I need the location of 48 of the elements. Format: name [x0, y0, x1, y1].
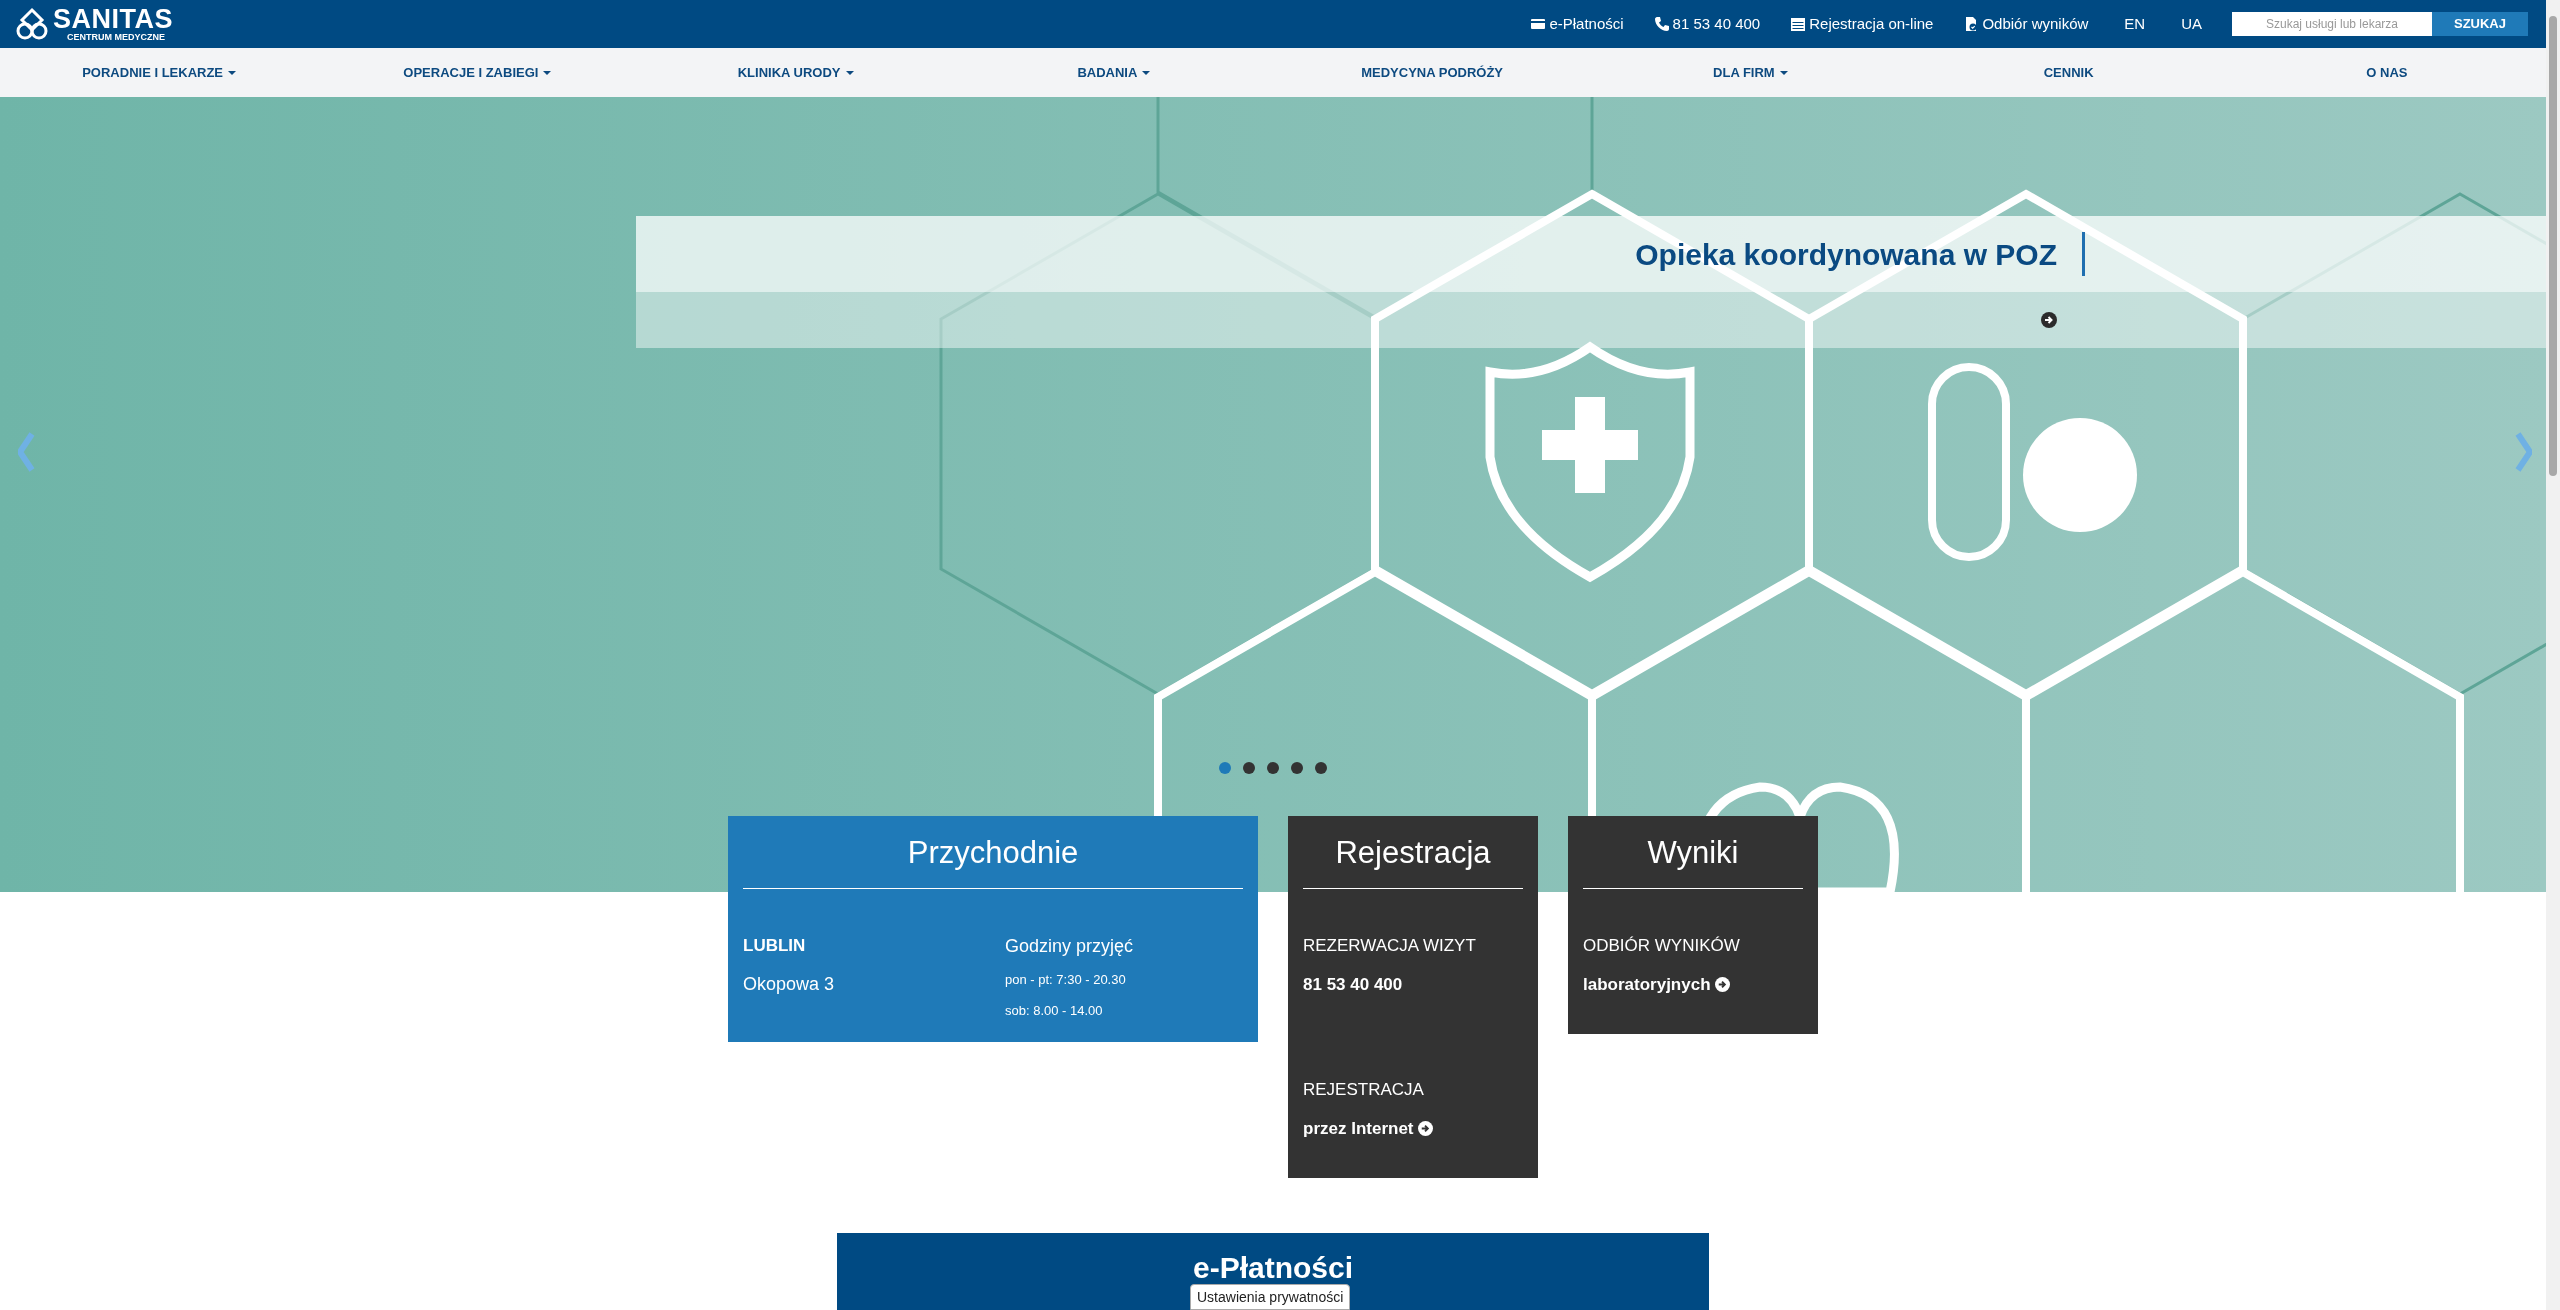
phone-icon	[1653, 16, 1670, 32]
header-link[interactable]: Odbiór wyników	[1963, 12, 2089, 36]
nav-link[interactable]: PORADNIE I LEKARZE	[82, 62, 237, 83]
nav-link[interactable]: CENNIK	[2043, 62, 2094, 83]
card-label: ODBIÓR WYNIKÓW	[1583, 935, 1741, 957]
arrow-circle-icon[interactable]	[2041, 312, 2057, 328]
slide-title: Opieka koordynowana w POZ	[1635, 236, 2057, 273]
caret-icon	[845, 70, 854, 75]
header-link[interactable]: e-Płatności	[1530, 12, 1624, 36]
language-link[interactable]: UA	[2181, 12, 2202, 36]
nav-link[interactable]: KLINIKA URODY	[737, 62, 854, 83]
arrow-circle-icon	[1714, 976, 1730, 992]
card-title: Wyniki	[1646, 834, 1740, 872]
logo-tagline: CENTRUM MEDYCZNE	[67, 33, 166, 42]
nav-link[interactable]: O NAS	[2366, 62, 2408, 83]
card-link[interactable]: przez Internet	[1303, 1115, 1523, 1141]
nav-link[interactable]: DLA FIRM	[1713, 62, 1788, 83]
section-title: e-Płatności	[1192, 1253, 1354, 1285]
header-link[interactable]: Rejestracja on-line	[1790, 12, 1934, 36]
city-label: LUBLIN	[743, 935, 807, 957]
search-button[interactable]: SZUKAJ	[2432, 12, 2528, 36]
privacy-settings-button[interactable]: Ustawienia prywatności	[1190, 1284, 1351, 1310]
card-link[interactable]: 81 53 40 400	[1303, 971, 1523, 997]
caret-icon	[228, 70, 237, 75]
nav-link[interactable]: OPERACJE I ZABIEGI	[403, 62, 552, 83]
scrollbar[interactable]	[2546, 0, 2560, 1310]
address-text: Okopowa 3	[743, 972, 836, 996]
search-field[interactable]: Szukaj usługi lub lekarza	[2232, 12, 2432, 36]
nav-link[interactable]: MEDYCYNA PODRÓŻY	[1361, 62, 1504, 83]
caret-icon	[543, 70, 552, 75]
card-label: REJESTRACJA	[1303, 1079, 1425, 1101]
language-link[interactable]: EN	[2124, 12, 2146, 36]
logo-name: SANITAS	[53, 6, 173, 33]
caret-icon	[1779, 70, 1788, 75]
card-link[interactable]: laboratoryjnych	[1583, 971, 1803, 997]
credit-card-icon	[1530, 16, 1547, 32]
arrow-circle-icon	[1417, 1120, 1433, 1136]
caret-icon	[1142, 70, 1151, 75]
header-link[interactable]: 81 53 40 400	[1653, 12, 1761, 36]
card-label: REZERWACJA WIZYT	[1303, 935, 1477, 957]
hours-text: sob: 8.00 - 14.00	[1005, 1001, 1104, 1020]
nav-link[interactable]: BADANIA	[1077, 62, 1151, 83]
logo-icon	[15, 7, 49, 41]
card-title: Przychodnie	[906, 834, 1080, 872]
hours-text: pon - pt: 7:30 - 20.30	[1005, 971, 1127, 989]
calendar-icon	[1790, 16, 1807, 32]
card-title: Rejestracja	[1334, 834, 1492, 872]
hours-label: Godziny przyjęć	[1005, 935, 1135, 958]
